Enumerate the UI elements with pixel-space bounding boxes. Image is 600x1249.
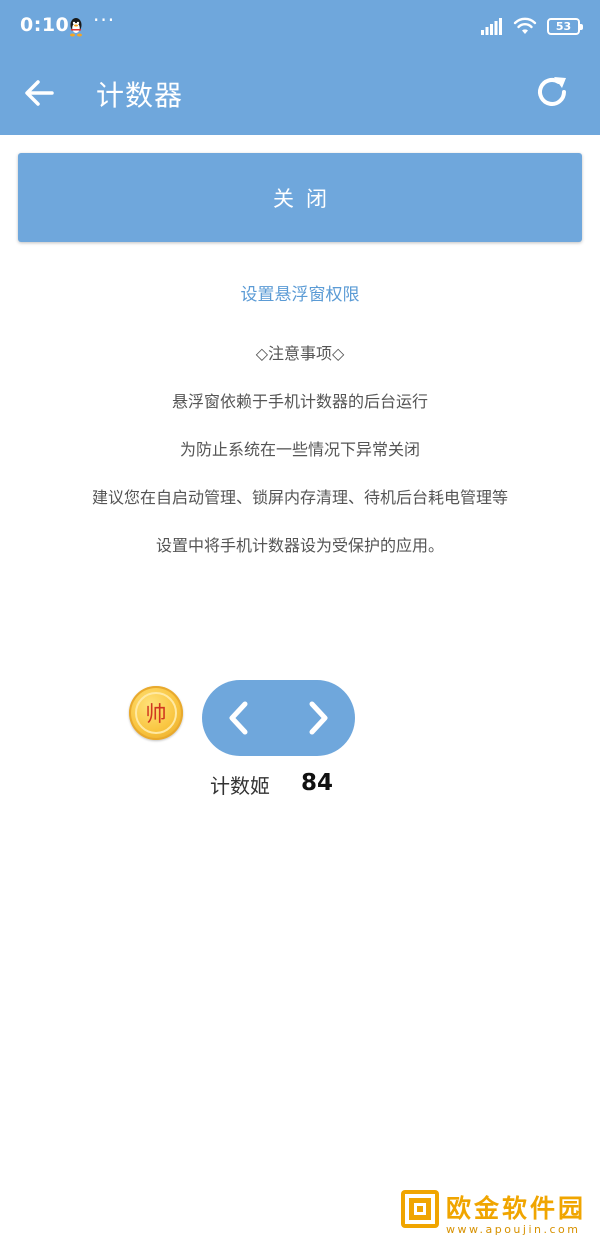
set-overlay-permission-link[interactable]: 设置悬浮窗权限 (0, 280, 600, 305)
status-time: 0:10 (20, 14, 70, 36)
battery-icon: 53 (547, 17, 583, 35)
counter-label: 计数姬 (210, 774, 270, 798)
signal-icon (481, 18, 502, 35)
close-button[interactable]: 关闭 (18, 153, 582, 242)
notes-line: 悬浮窗依赖于手机计数器的后台运行 (171, 392, 428, 411)
qq-penguin-icon (70, 18, 82, 37)
page-title: 计数器 (96, 79, 184, 112)
app-bar: 0:10 ··· 53 计数器 (0, 0, 600, 135)
battery-level: 53 (555, 19, 572, 33)
counter-value: 84 (301, 770, 334, 796)
notes-title: ◇注意事项◇ (255, 344, 345, 363)
watermark-url: www.apoujin.com (446, 1223, 581, 1236)
counter-nav-pill (202, 680, 355, 756)
wifi-icon (513, 17, 537, 34)
watermark-text: 欧金软件园 (446, 1194, 587, 1223)
watermark: 欧金软件园 www.apoujin.com (400, 1189, 592, 1241)
refresh-icon[interactable] (534, 74, 570, 110)
notes-line: 建议您在自启动管理、锁屏内存清理、待机后台耗电管理等 (91, 488, 508, 507)
arrow-left-icon[interactable] (22, 76, 56, 110)
more-notifications-icon: ··· (93, 8, 116, 32)
chevron-left-icon[interactable] (220, 698, 260, 738)
notes-line: 设置中将手机计数器设为受保护的应用。 (155, 536, 444, 555)
chevron-right-icon[interactable] (297, 698, 337, 738)
status-icons: 53 (481, 16, 583, 36)
floating-coin-button[interactable]: 帅 (129, 686, 183, 740)
notes-section: ◇注意事项◇ 悬浮窗依赖于手机计数器的后台运行 为防止系统在一些情况下异常关闭 … (0, 342, 600, 582)
screen: 0:10 ··· 53 计数器 关闭 设置悬浮窗权限 ◇注意事项◇ 悬浮窗依赖于… (0, 0, 600, 1249)
coin-icon: 帅 (135, 692, 177, 734)
notes-line: 为防止系统在一些情况下异常关闭 (179, 440, 420, 459)
watermark-logo-icon (401, 1190, 439, 1228)
